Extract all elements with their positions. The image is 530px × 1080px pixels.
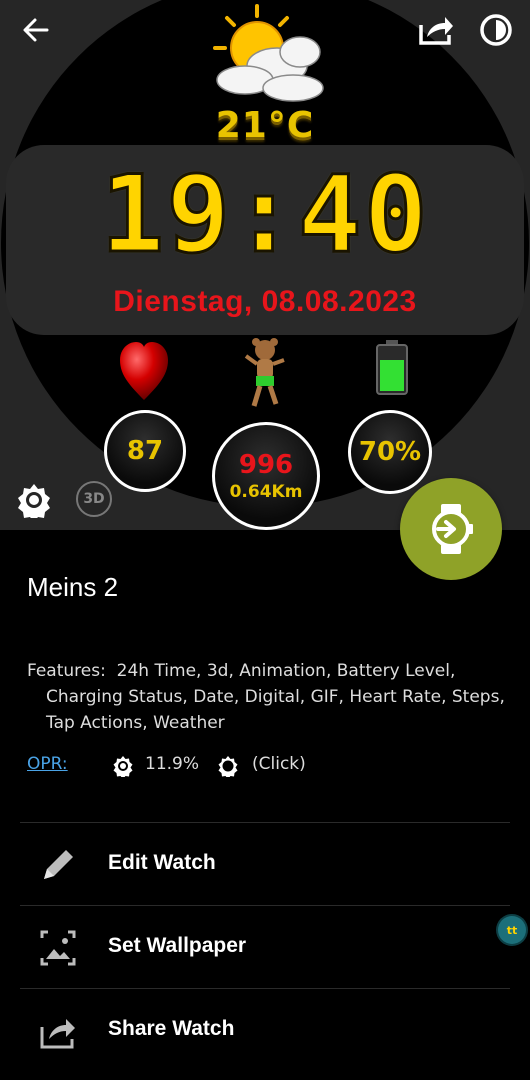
- toggle-3d-button[interactable]: 3D: [76, 481, 112, 517]
- features-line-1: 24h Time, 3d, Animation, Battery Level,: [116, 661, 456, 681]
- steps-circle[interactable]: 996 0.64Km: [212, 422, 320, 530]
- watch-mode-button[interactable]: [476, 10, 516, 50]
- date-label: Dienstag, 08.08.2023: [113, 285, 417, 318]
- heart-rate-value: 87: [126, 436, 164, 466]
- features-line-2: Charging Status, Date, Digital, GIF, Hea…: [46, 687, 505, 707]
- arrow-left-icon: [23, 18, 49, 42]
- menu-edit-watch-label: Edit Watch: [108, 851, 216, 874]
- share-icon: [419, 17, 453, 45]
- gear-icon: [113, 756, 133, 777]
- menu-share-watch-label: Share Watch: [108, 1017, 235, 1040]
- watch-preview: 21°C 19:40 Dienstag, 08.08.2023 87 996 0…: [0, 0, 530, 530]
- time-panel: 19:40 Dienstag, 08.08.2023: [6, 145, 524, 335]
- side-bubble-label: tt: [506, 923, 518, 937]
- pencil-icon: [44, 850, 73, 879]
- steps-value: 996: [238, 450, 294, 480]
- features-line-3: Tap Actions, Weather: [46, 713, 225, 733]
- opr-link[interactable]: OPR:: [27, 754, 68, 774]
- brightness-icon: [18, 484, 50, 518]
- opr-click-label[interactable]: (Click): [252, 754, 306, 774]
- battery-icon: [376, 340, 408, 395]
- opr-value: 11.9%: [145, 754, 200, 774]
- battery-value: 70%: [358, 437, 422, 467]
- menu-share-watch[interactable]: Share Watch: [20, 988, 510, 1070]
- wallpaper-icon: [40, 930, 76, 966]
- heart-icon: [120, 342, 168, 400]
- brightness-button[interactable]: [14, 480, 54, 520]
- 3d-label: 3D: [83, 491, 105, 507]
- floating-side-bubble[interactable]: tt: [498, 916, 526, 944]
- features-label: Features:: [27, 661, 106, 681]
- menu-set-wallpaper[interactable]: Set Wallpaper: [20, 905, 510, 987]
- battery-circle[interactable]: 70%: [348, 410, 432, 494]
- menu-edit-watch[interactable]: Edit Watch: [20, 822, 510, 904]
- share-icon: [40, 1019, 75, 1049]
- share-button[interactable]: [414, 8, 458, 50]
- digital-time: 19:40: [99, 153, 430, 276]
- opr-row: OPR: 11.9% (Click): [27, 754, 507, 780]
- watch-install-icon: [432, 504, 473, 554]
- distance-value: 0.64Km: [229, 482, 303, 502]
- clock-half-icon: [480, 14, 512, 46]
- watch-title: Meins 2: [27, 572, 119, 602]
- menu-set-wallpaper-label: Set Wallpaper: [108, 934, 247, 957]
- back-button[interactable]: [18, 12, 54, 48]
- weather-sun-cloud-icon: [213, 4, 324, 102]
- running-bear-icon: [244, 338, 285, 407]
- features-block: Features: 24h Time, 3d, Animation, Batte…: [27, 658, 517, 736]
- apply-to-watch-button[interactable]: [400, 478, 502, 580]
- heart-rate-circle[interactable]: 87: [104, 410, 186, 492]
- temperature-label: 21°C: [215, 105, 315, 146]
- settings-gear-icon[interactable]: [217, 755, 239, 777]
